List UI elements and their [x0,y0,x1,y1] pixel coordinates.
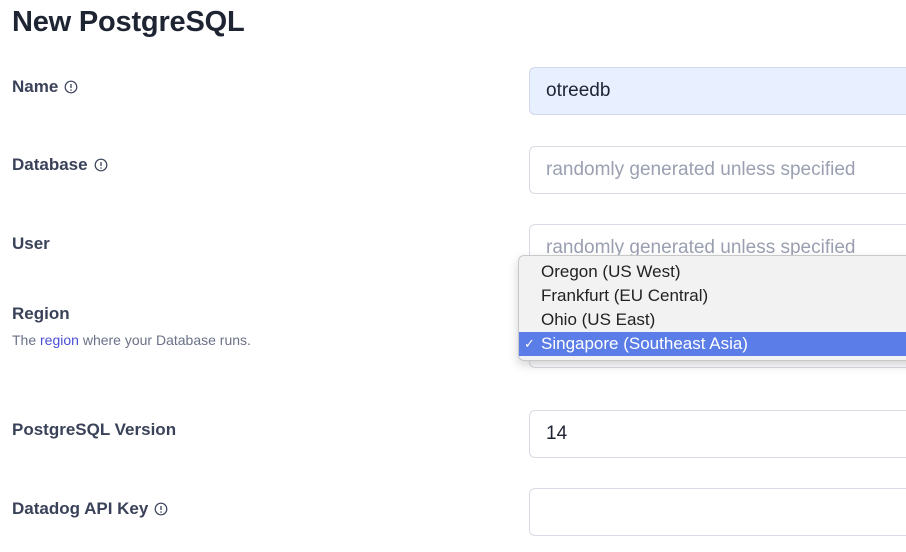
database-label: Database [12,155,88,174]
info-icon[interactable] [94,158,108,172]
region-label-row: Region [12,304,70,324]
name-label: Name [12,77,59,96]
checkmark-icon: ✓ [524,336,535,351]
name-input[interactable] [529,67,906,115]
version-label-row: PostgreSQL Version [12,420,176,440]
option-label: Oregon (US West) [541,262,681,281]
version-label: PostgreSQL Version [12,420,177,439]
info-icon[interactable] [154,502,168,516]
region-help-suffix: where your Database runs. [78,332,251,348]
option-label: Ohio (US East) [541,310,656,329]
name-label-row: Name [12,77,78,97]
region-label: Region [12,304,70,323]
datadog-api-key-input[interactable] [529,488,906,536]
region-dropdown-menu: Oregon (US West) Frankfurt (EU Central) … [518,255,906,361]
user-label: User [12,234,50,253]
database-input[interactable] [529,146,906,194]
region-option-frankfurt[interactable]: Frankfurt (EU Central) [519,284,906,308]
region-option-singapore[interactable]: ✓ Singapore (Southeast Asia) [519,332,906,356]
region-option-oregon[interactable]: Oregon (US West) [519,260,906,284]
user-label-row: User [12,234,50,254]
new-postgresql-form: New PostgreSQL Name Database User Re [0,0,906,552]
datadog-label: Datadog API Key [12,499,149,518]
info-icon[interactable] [64,80,78,94]
region-help-prefix: The [12,332,41,348]
page-title: New PostgreSQL [12,6,245,38]
option-label: Frankfurt (EU Central) [541,286,709,305]
datadog-label-row: Datadog API Key [12,499,168,519]
database-label-row: Database [12,155,108,175]
version-select[interactable] [529,410,906,458]
option-label: Singapore (Southeast Asia) [541,334,748,353]
region-option-ohio[interactable]: Ohio (US East) [519,308,906,332]
region-link[interactable]: region [40,332,79,348]
region-help-text: The region where your Database runs. [12,332,251,348]
